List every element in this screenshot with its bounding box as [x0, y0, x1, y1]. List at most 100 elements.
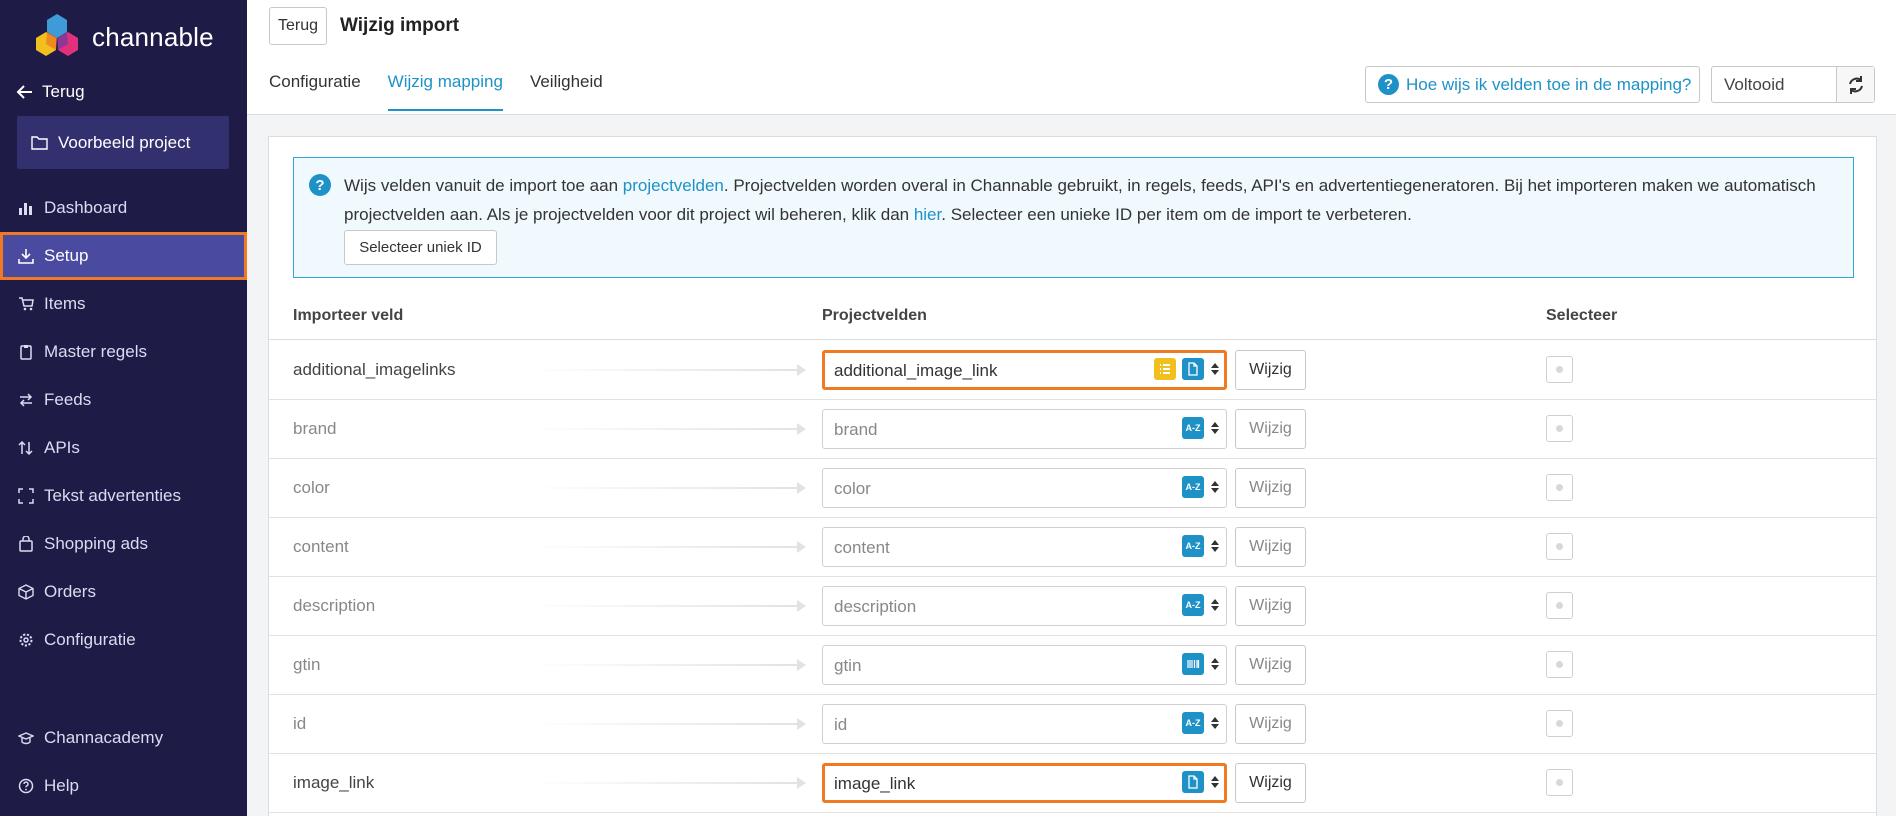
edit-field-button[interactable]: Wijzig	[1235, 468, 1306, 508]
sidebar-item-apis[interactable]: APIs	[0, 424, 247, 472]
text-type-icon: A-Z	[1182, 476, 1204, 498]
sidebar-item-items[interactable]: Items	[0, 280, 247, 328]
import-field-name: brand	[293, 419, 337, 438]
edit-field-button[interactable]: Wijzig	[1235, 350, 1306, 390]
chart-bar-icon	[19, 203, 32, 215]
unique-id-checkbox[interactable]	[1546, 356, 1573, 383]
project-field-select[interactable]: brand A-Z	[822, 409, 1227, 449]
question-circle-icon	[18, 778, 34, 794]
field-type-badges: A-Z	[1182, 417, 1220, 439]
sidebar-item-label: APIs	[44, 438, 80, 457]
tab-configuratie[interactable]: Configuratie	[269, 72, 361, 111]
import-status-text: Voltooid	[1724, 74, 1785, 94]
unique-id-checkbox[interactable]	[1546, 415, 1573, 442]
unique-id-checkbox[interactable]	[1546, 592, 1573, 619]
project-field-select[interactable]: color A-Z	[822, 468, 1227, 508]
import-field-name: content	[293, 537, 349, 556]
sidebar-item-label: Tekst advertenties	[44, 486, 182, 505]
project-selector[interactable]: Voorbeeld project	[17, 116, 229, 169]
sidebar-item-tekst-advertenties[interactable]: Tekst advertenties	[0, 472, 247, 520]
project-field-select[interactable]: image_link	[822, 763, 1227, 803]
table-row: color color A-Z Wijzig	[269, 459, 1876, 518]
info-box: ? Wijs velden vanuit de import toe aan p…	[293, 157, 1854, 278]
projectvelden-link[interactable]: projectvelden	[623, 176, 724, 195]
import-field-name: image_link	[293, 773, 375, 792]
table-row: id id A-Z Wijzig	[269, 695, 1876, 754]
graduation-cap-icon	[18, 732, 34, 745]
sidebar-item-label: Configuratie	[44, 630, 136, 649]
sidebar-item-label: Feeds	[44, 390, 92, 409]
project-field-select[interactable]: id A-Z	[822, 704, 1227, 744]
mapping-arrow-head	[797, 482, 806, 494]
unique-id-checkbox[interactable]	[1546, 474, 1573, 501]
unique-id-checkbox[interactable]	[1546, 533, 1573, 560]
edit-field-button[interactable]: Wijzig	[1235, 586, 1306, 626]
project-field-value: brand	[834, 420, 878, 439]
project-field-value: image_link	[834, 774, 916, 793]
sidebar-item-master-regels[interactable]: Master regels	[0, 328, 247, 376]
mapping-arrow	[529, 664, 799, 666]
mapping-arrow-head	[797, 718, 806, 730]
sidebar: channable Terug Voorbeeld project Dashbo…	[0, 0, 247, 816]
select-unique-id-button[interactable]: Selecteer uniek ID	[344, 230, 497, 265]
unique-id-checkbox[interactable]	[1546, 651, 1573, 678]
mapping-arrow	[529, 723, 799, 725]
sidebar-item-shopping-ads[interactable]: Shopping ads	[0, 520, 247, 568]
edit-field-button[interactable]: Wijzig	[1235, 409, 1306, 449]
unique-id-checkbox[interactable]	[1546, 769, 1573, 796]
sidebar-item-configuratie[interactable]: Configuratie	[0, 616, 247, 664]
tab-bar: Configuratie Wijzig mapping Veiligheid	[269, 72, 603, 111]
project-field-value: description	[834, 597, 917, 616]
mapping-arrow-head	[797, 364, 806, 376]
sidebar-item-label: Orders	[44, 582, 96, 601]
back-button[interactable]: Terug	[269, 7, 327, 45]
edit-field-button[interactable]: Wijzig	[1235, 527, 1306, 567]
project-field-value: id	[834, 715, 848, 734]
file-type-icon	[1182, 358, 1204, 380]
box-icon	[18, 584, 34, 600]
text-type-icon: A-Z	[1182, 417, 1204, 439]
tab-wijzig-mapping[interactable]: Wijzig mapping	[387, 72, 503, 111]
select-caret-icon	[1210, 776, 1220, 788]
sidebar-item-label: Setup	[44, 246, 89, 265]
import-field-name: gtin	[293, 655, 321, 674]
project-field-select[interactable]: content A-Z	[822, 527, 1227, 567]
edit-field-button[interactable]: Wijzig	[1235, 645, 1306, 685]
mapping-arrow-head	[797, 600, 806, 612]
sidebar-item-label: Shopping ads	[44, 534, 148, 553]
column-header-project: Projectvelden	[822, 307, 927, 324]
edit-field-button[interactable]: Wijzig	[1235, 763, 1306, 803]
project-field-select[interactable]: gtin	[822, 645, 1227, 685]
sidebar-item-help[interactable]: Help	[0, 762, 247, 810]
page-header: Terug Wijzig import Configuratie Wijzig …	[247, 0, 1896, 115]
tab-veiligheid[interactable]: Veiligheid	[530, 72, 603, 111]
project-field-value: content	[834, 538, 890, 557]
sidebar-item-orders[interactable]: Orders	[0, 568, 247, 616]
sidebar-item-feeds[interactable]: Feeds	[0, 376, 247, 424]
sidebar-item-label: Channacademy	[44, 728, 164, 747]
sidebar-back-link[interactable]: Terug	[16, 82, 85, 102]
mapping-arrow	[529, 369, 799, 371]
import-status: Voltooid	[1711, 66, 1875, 103]
project-name: Voorbeeld project	[58, 132, 191, 152]
refresh-button[interactable]	[1836, 67, 1874, 102]
sidebar-item-channacademy[interactable]: Channacademy	[0, 714, 247, 762]
sidebar-item-setup[interactable]: Setup	[0, 232, 247, 280]
project-field-select[interactable]: additional_image_link	[822, 350, 1227, 390]
cart-icon	[19, 297, 34, 311]
mapping-arrow-head	[797, 777, 806, 789]
mapping-card: ? Wijs velden vanuit de import toe aan p…	[268, 136, 1877, 816]
channable-logo[interactable]: channable	[32, 14, 214, 60]
bag-icon	[19, 536, 33, 552]
hier-link[interactable]: hier	[914, 205, 941, 224]
list-type-icon	[1154, 358, 1176, 380]
sidebar-item-dashboard[interactable]: Dashboard	[0, 184, 247, 232]
unique-id-checkbox[interactable]	[1546, 710, 1573, 737]
project-field-select[interactable]: description A-Z	[822, 586, 1227, 626]
page-title: Wijzig import	[340, 15, 460, 36]
field-type-badges	[1182, 771, 1220, 793]
mapping-help-button[interactable]: ? Hoe wijs ik velden toe in de mapping?	[1365, 66, 1700, 103]
column-header-select: Selecteer	[1546, 307, 1618, 324]
file-type-icon	[1182, 771, 1204, 793]
edit-field-button[interactable]: Wijzig	[1235, 704, 1306, 744]
